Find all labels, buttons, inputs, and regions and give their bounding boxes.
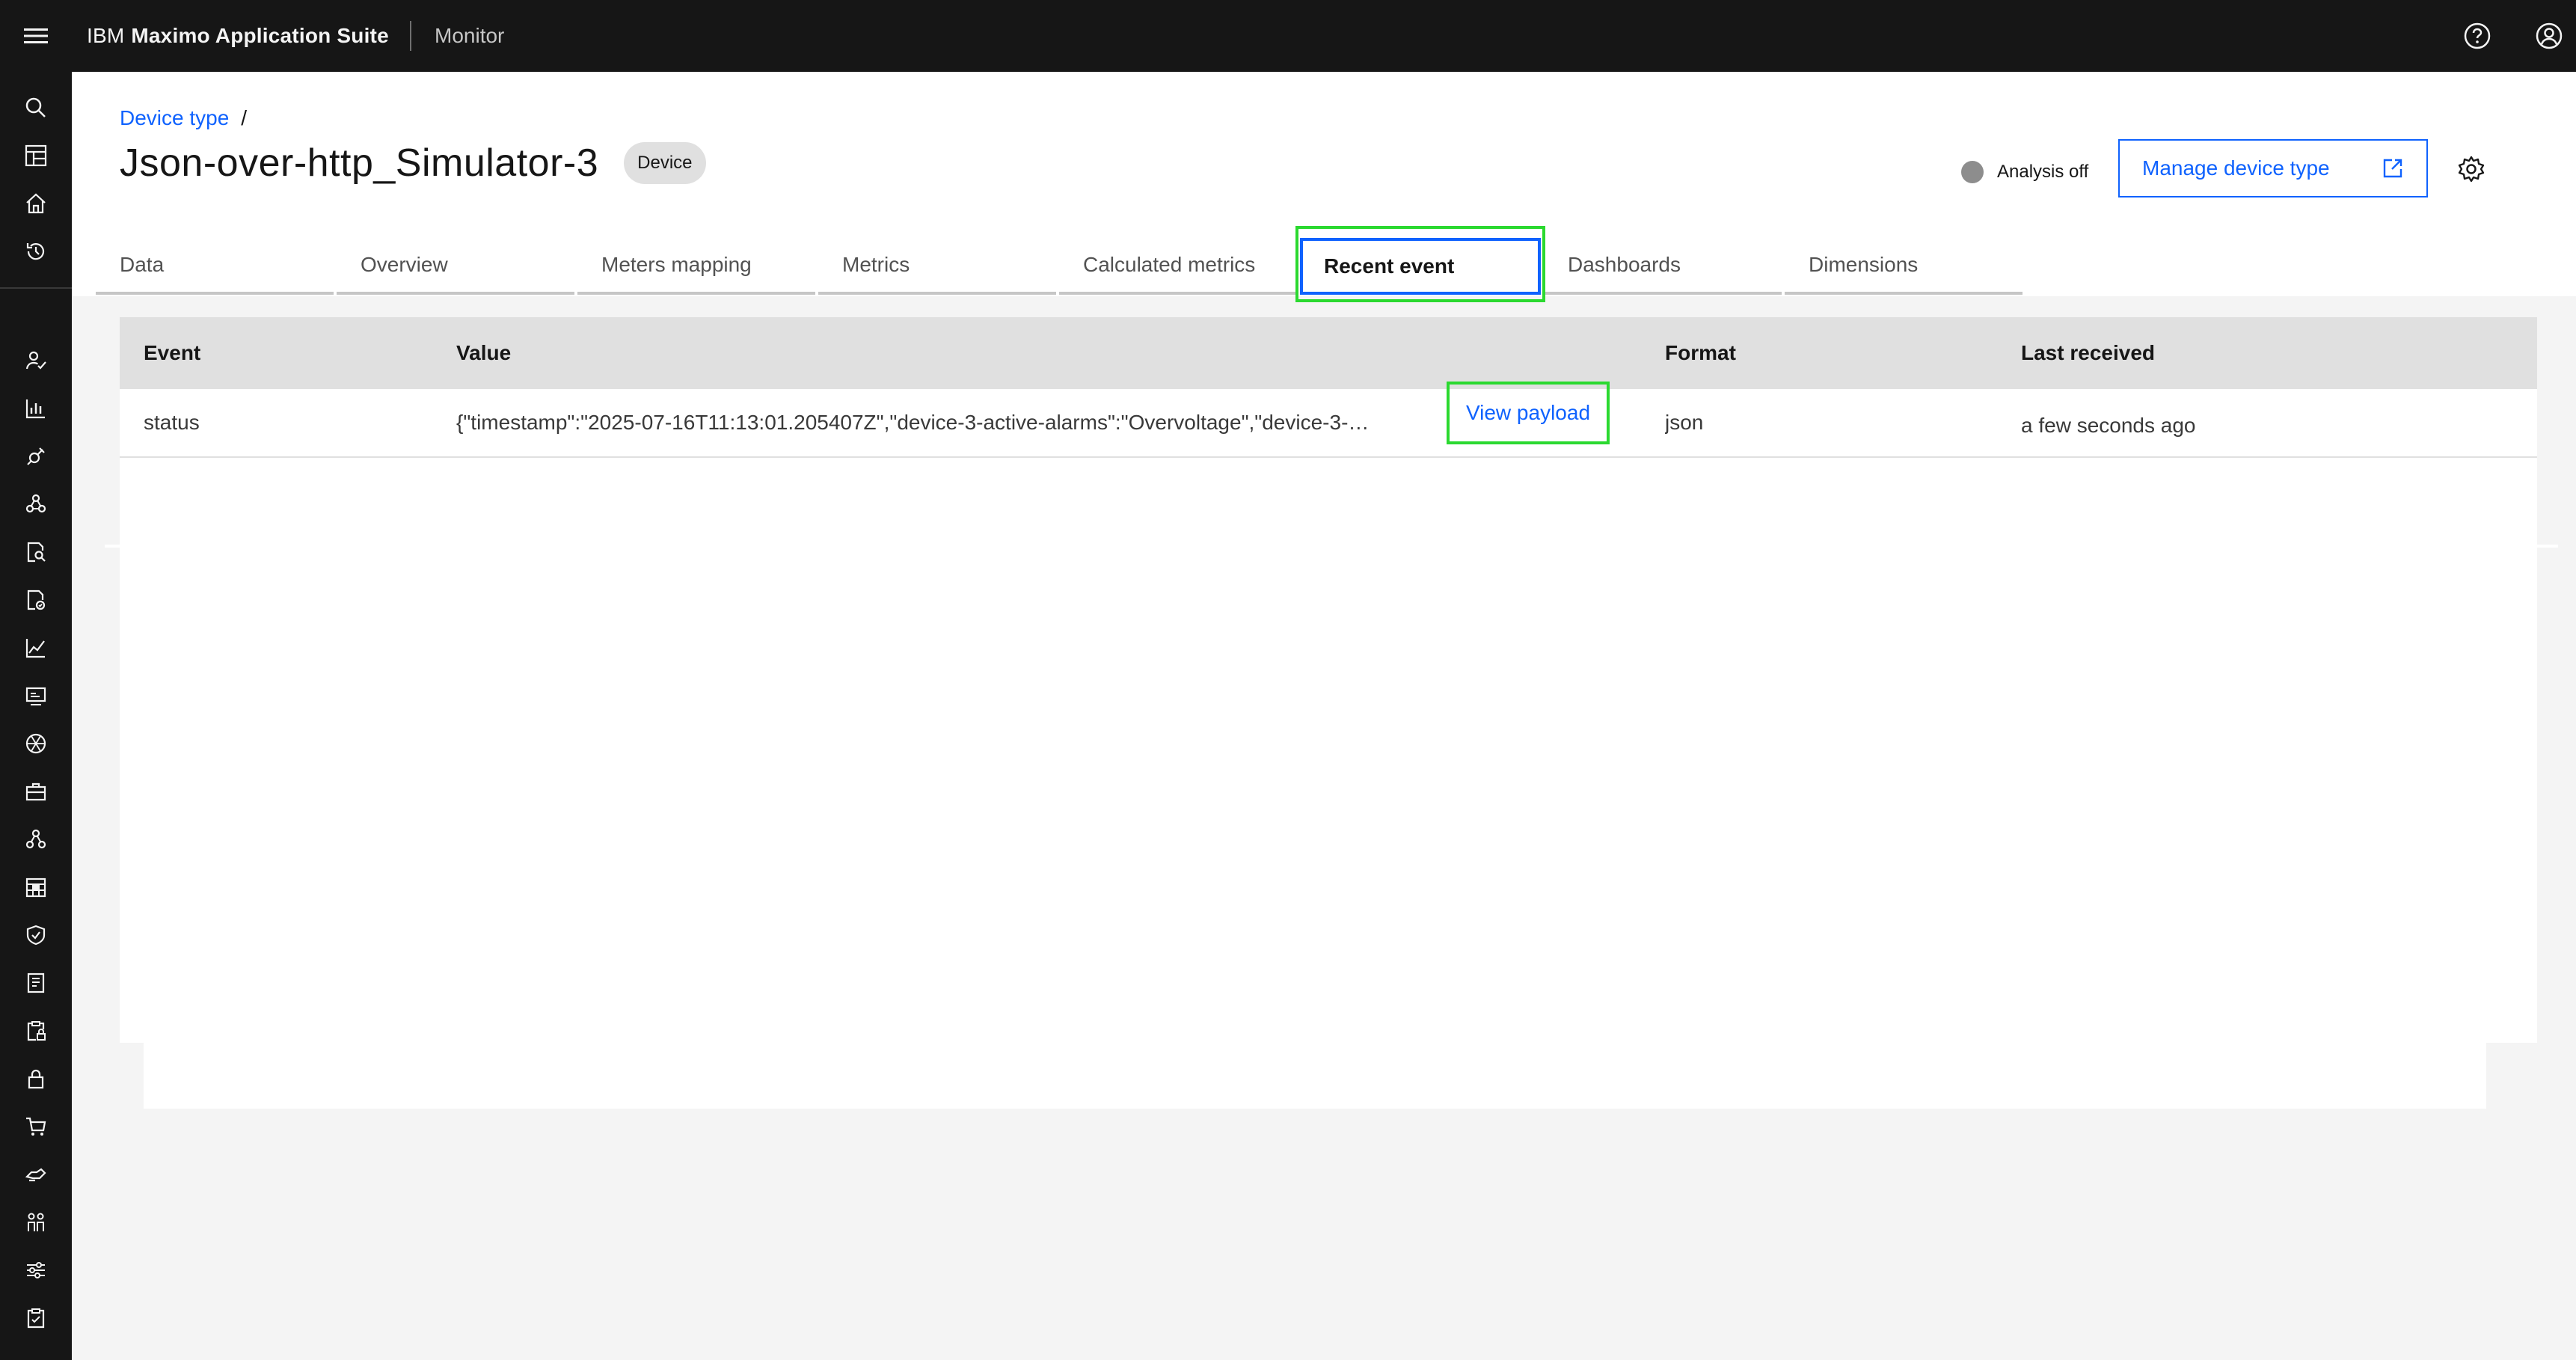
home-icon[interactable]: [0, 180, 72, 227]
line-chart-icon[interactable]: [0, 624, 72, 672]
table-row: status {"timestamp":"2025-07-16T11:13:01…: [120, 382, 2537, 458]
network-icon[interactable]: [0, 480, 72, 528]
title-row: Json-over-http_Simulator-3 Device: [120, 141, 706, 186]
tab-metrics[interactable]: Metrics: [818, 238, 1056, 295]
breadcrumb-separator: /: [241, 106, 248, 129]
report-icon[interactable]: [0, 959, 72, 1007]
tab-meters-mapping[interactable]: Meters mapping: [577, 238, 815, 295]
recent-events-table: Event Value Format Last received status …: [120, 317, 2537, 1043]
checklist-icon[interactable]: [0, 1294, 72, 1342]
column-header-event[interactable]: Event: [144, 317, 200, 389]
delivery-icon[interactable]: [0, 1151, 72, 1198]
lock-icon[interactable]: [0, 1055, 72, 1103]
toolbox-icon[interactable]: [0, 768, 72, 815]
satellite-icon[interactable]: [0, 432, 72, 480]
cell-last-received: a few seconds ago: [2021, 414, 2196, 437]
device-tag: Device: [624, 142, 706, 184]
column-header-value[interactable]: Value: [456, 317, 511, 389]
settings-gear-icon[interactable]: [2449, 147, 2494, 192]
cell-format: json: [1665, 411, 1704, 434]
analysis-status: Analysis off: [1961, 157, 2088, 187]
clipboard-lock-icon[interactable]: [0, 1007, 72, 1055]
side-navigation: [0, 72, 72, 1360]
product-brand[interactable]: IBM Maximo Application Suite: [87, 0, 389, 72]
table-footer-panel: [144, 1041, 2486, 1109]
shield-check-icon[interactable]: [0, 911, 72, 959]
divider-right: [2537, 545, 2558, 548]
column-header-last-received[interactable]: Last received: [2021, 317, 2155, 389]
menu-icon[interactable]: [0, 0, 72, 72]
table-header: Event Value Format Last received: [120, 317, 2537, 389]
bar-chart-icon[interactable]: [0, 385, 72, 432]
user-check-icon[interactable]: [0, 337, 72, 385]
document-tasks-icon[interactable]: [0, 576, 72, 624]
search-icon[interactable]: [0, 84, 72, 132]
header-divider: [410, 21, 411, 51]
app-name: Monitor: [435, 24, 505, 47]
people-icon[interactable]: [0, 1198, 72, 1246]
page-header: Device type / Json-over-http_Simulator-3…: [72, 72, 2576, 296]
monitor-icon[interactable]: [0, 672, 72, 720]
tab-overview[interactable]: Overview: [337, 238, 574, 295]
brand-name: Maximo Application Suite: [131, 24, 389, 47]
tab-recent-event[interactable]: Recent event: [1300, 238, 1541, 295]
tab-calculated-metrics[interactable]: Calculated metrics: [1059, 238, 1297, 295]
analysis-status-dot: [1961, 161, 1984, 183]
analysis-status-label: Analysis off: [1997, 162, 2089, 182]
table-empty-area: [120, 458, 2537, 1043]
launch-icon: [2382, 157, 2404, 185]
aperture-icon[interactable]: [0, 720, 72, 768]
view-payload-link[interactable]: View payload: [1447, 382, 1610, 444]
tab-data[interactable]: Data: [96, 238, 334, 295]
history-icon[interactable]: [0, 227, 72, 275]
top-header: IBM Maximo Application Suite Monitor: [0, 0, 2576, 72]
manage-device-type-button[interactable]: Manage device type: [2118, 139, 2428, 197]
breadcrumb: Device type /: [120, 106, 247, 130]
manage-device-type-label: Manage device type: [2142, 156, 2330, 180]
divider-left: [105, 545, 120, 548]
document-search-icon[interactable]: [0, 528, 72, 576]
cell-value: {"timestamp":"2025-07-16T11:13:01.205407…: [456, 411, 1370, 434]
dashboard-icon[interactable]: [0, 132, 72, 180]
tab-dashboards[interactable]: Dashboards: [1544, 238, 1782, 295]
user-avatar-icon[interactable]: [2513, 0, 2576, 72]
cell-event: status: [144, 411, 200, 434]
brand-prefix: IBM: [87, 24, 125, 47]
page-title: Json-over-http_Simulator-3: [120, 141, 599, 185]
calendar-grid-icon[interactable]: [0, 863, 72, 911]
breadcrumb-device-type-link[interactable]: Device type: [120, 106, 229, 130]
flow-icon[interactable]: [0, 815, 72, 863]
cart-icon[interactable]: [0, 1103, 72, 1151]
help-icon[interactable]: [2441, 0, 2513, 72]
column-header-format[interactable]: Format: [1665, 317, 1736, 389]
nav-separator: [0, 287, 72, 289]
tab-dimensions[interactable]: Dimensions: [1785, 238, 2023, 295]
settings-adjust-icon[interactable]: [0, 1246, 72, 1294]
